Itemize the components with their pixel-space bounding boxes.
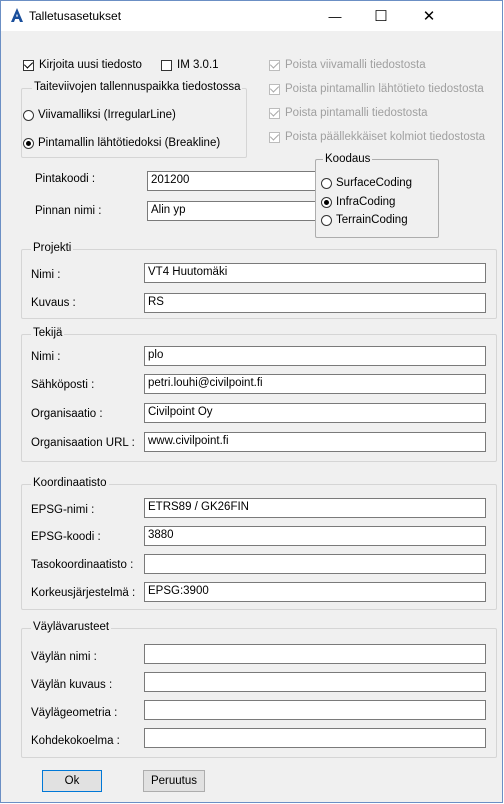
irregularline-label: Viivamalliksi (IrregularLine)	[38, 109, 176, 121]
title-bar[interactable]: Talletusasetukset — ☐ ✕	[1, 1, 502, 31]
fairway-desc-field[interactable]	[144, 672, 486, 692]
breakline-radio[interactable]: Pintamallin lähtötiedoksi (Breakline)	[23, 137, 220, 149]
fairway-desc-label: Väylän kuvaus :	[31, 679, 113, 691]
height-system-field[interactable]: EPSG:3900	[144, 582, 486, 602]
epsg-code-field[interactable]: 3880	[144, 526, 486, 546]
close-icon: ✕	[422, 8, 436, 25]
surface-name-field[interactable]: Alin yp	[147, 201, 337, 221]
object-collection-label: Kohdekokoelma :	[31, 735, 120, 747]
fairway-geometry-field[interactable]	[144, 700, 486, 720]
checkbox-checked-icon	[269, 107, 280, 119]
radio-unselected-icon	[321, 177, 332, 189]
close-button[interactable]: ✕	[406, 1, 452, 31]
author-group-title: Tekijä	[31, 327, 65, 339]
plane-coords-field[interactable]	[144, 554, 486, 574]
minimize-icon: —	[328, 8, 342, 24]
window-title: Talletusasetukset	[29, 9, 122, 23]
checkbox-checked-icon	[269, 83, 280, 95]
author-email-label: Sähköposti :	[31, 379, 95, 391]
surface-name-label: Pinnan nimi :	[35, 205, 102, 217]
author-org-label: Organisaatio :	[31, 408, 103, 420]
terrain-coding-label: TerrainCoding	[336, 214, 408, 226]
checkbox-checked-icon	[269, 131, 280, 143]
remove-surface-model-checkbox[interactable]: Poista pintamalli tiedostosta	[269, 107, 428, 119]
minimize-button[interactable]: —	[312, 1, 358, 31]
remove-surface-model-label: Poista pintamalli tiedostosta	[285, 107, 428, 119]
fairway-group-title: Väylävarusteet	[31, 621, 112, 633]
coding-group-title: Koodaus	[323, 153, 373, 165]
fairway-name-label: Väylän nimi :	[31, 651, 97, 663]
project-desc-field[interactable]: RS	[144, 293, 486, 313]
remove-line-model-label: Poista viivamalli tiedostosta	[285, 59, 426, 71]
im301-label: IM 3.0.1	[177, 59, 219, 71]
author-url-label: Organisaation URL :	[31, 437, 135, 449]
checkbox-unchecked-icon	[161, 59, 172, 71]
remove-line-model-checkbox[interactable]: Poista viivamalli tiedostosta	[269, 59, 426, 71]
write-new-file-label: Kirjoita uusi tiedosto	[39, 59, 142, 71]
author-org-field[interactable]: Civilpoint Oy	[144, 403, 486, 423]
breakline-label: Pintamallin lähtötiedoksi (Breakline)	[38, 137, 221, 149]
project-desc-label: Kuvaus :	[31, 297, 76, 309]
checkbox-checked-icon	[23, 59, 34, 71]
app-icon	[11, 8, 23, 22]
breakline-group-title: Taiteviivojen tallennuspaikka tiedostoss…	[32, 81, 243, 93]
project-group-title: Projekti	[31, 242, 74, 254]
fairway-geometry-label: Väylägeometria :	[31, 707, 118, 719]
epsg-name-field[interactable]: ETRS89 / GK26FIN	[144, 498, 486, 518]
infra-coding-label: InfraCoding	[336, 196, 396, 208]
radio-selected-icon	[23, 137, 34, 149]
fairway-name-field[interactable]	[144, 644, 486, 664]
maximize-icon: ☐	[374, 8, 388, 25]
plane-coords-label: Tasokoordinaatisto :	[31, 559, 134, 571]
cancel-button[interactable]: Peruutus	[143, 770, 205, 792]
terrain-coding-radio[interactable]: TerrainCoding	[321, 214, 408, 226]
radio-selected-icon	[321, 196, 332, 208]
project-name-label: Nimi :	[31, 269, 61, 281]
dialog-window: Talletusasetukset — ☐ ✕ Kirjoita uusi ti…	[0, 0, 503, 803]
im301-checkbox[interactable]: IM 3.0.1	[161, 59, 219, 71]
surface-coding-radio[interactable]: SurfaceCoding	[321, 177, 412, 189]
maximize-button[interactable]: ☐	[358, 1, 404, 31]
write-new-file-checkbox[interactable]: Kirjoita uusi tiedosto	[23, 59, 142, 71]
author-email-field[interactable]: petri.louhi@civilpoint.fi	[144, 374, 486, 394]
author-name-label: Nimi :	[31, 351, 61, 363]
height-system-label: Korkeusjärjestelmä :	[31, 587, 136, 599]
coords-group-title: Koordinaatisto	[31, 477, 109, 489]
surface-code-field[interactable]: 201200	[147, 171, 337, 191]
radio-unselected-icon	[23, 109, 34, 121]
irregularline-radio[interactable]: Viivamalliksi (IrregularLine)	[23, 109, 176, 121]
remove-surface-source-checkbox[interactable]: Poista pintamallin lähtötieto tiedostost…	[269, 83, 484, 95]
remove-overlapping-triangles-checkbox[interactable]: Poista päällekkäiset kolmiot tiedostosta	[269, 131, 485, 143]
checkbox-checked-icon	[269, 59, 280, 71]
ok-button[interactable]: Ok	[42, 770, 102, 792]
epsg-code-label: EPSG-koodi :	[31, 531, 101, 543]
infra-coding-radio[interactable]: InfraCoding	[321, 196, 395, 208]
epsg-name-label: EPSG-nimi :	[31, 504, 95, 516]
surface-code-label: Pintakoodi :	[35, 173, 96, 185]
author-url-field[interactable]: www.civilpoint.fi	[144, 432, 486, 452]
surface-coding-label: SurfaceCoding	[336, 177, 413, 189]
author-name-field[interactable]: plo	[144, 346, 486, 366]
project-name-field[interactable]: VT4 Huutomäki	[144, 263, 486, 283]
object-collection-field[interactable]	[144, 728, 486, 748]
remove-overlapping-triangles-label: Poista päällekkäiset kolmiot tiedostosta	[285, 131, 486, 143]
remove-surface-source-label: Poista pintamallin lähtötieto tiedostost…	[285, 83, 484, 95]
radio-unselected-icon	[321, 214, 332, 226]
